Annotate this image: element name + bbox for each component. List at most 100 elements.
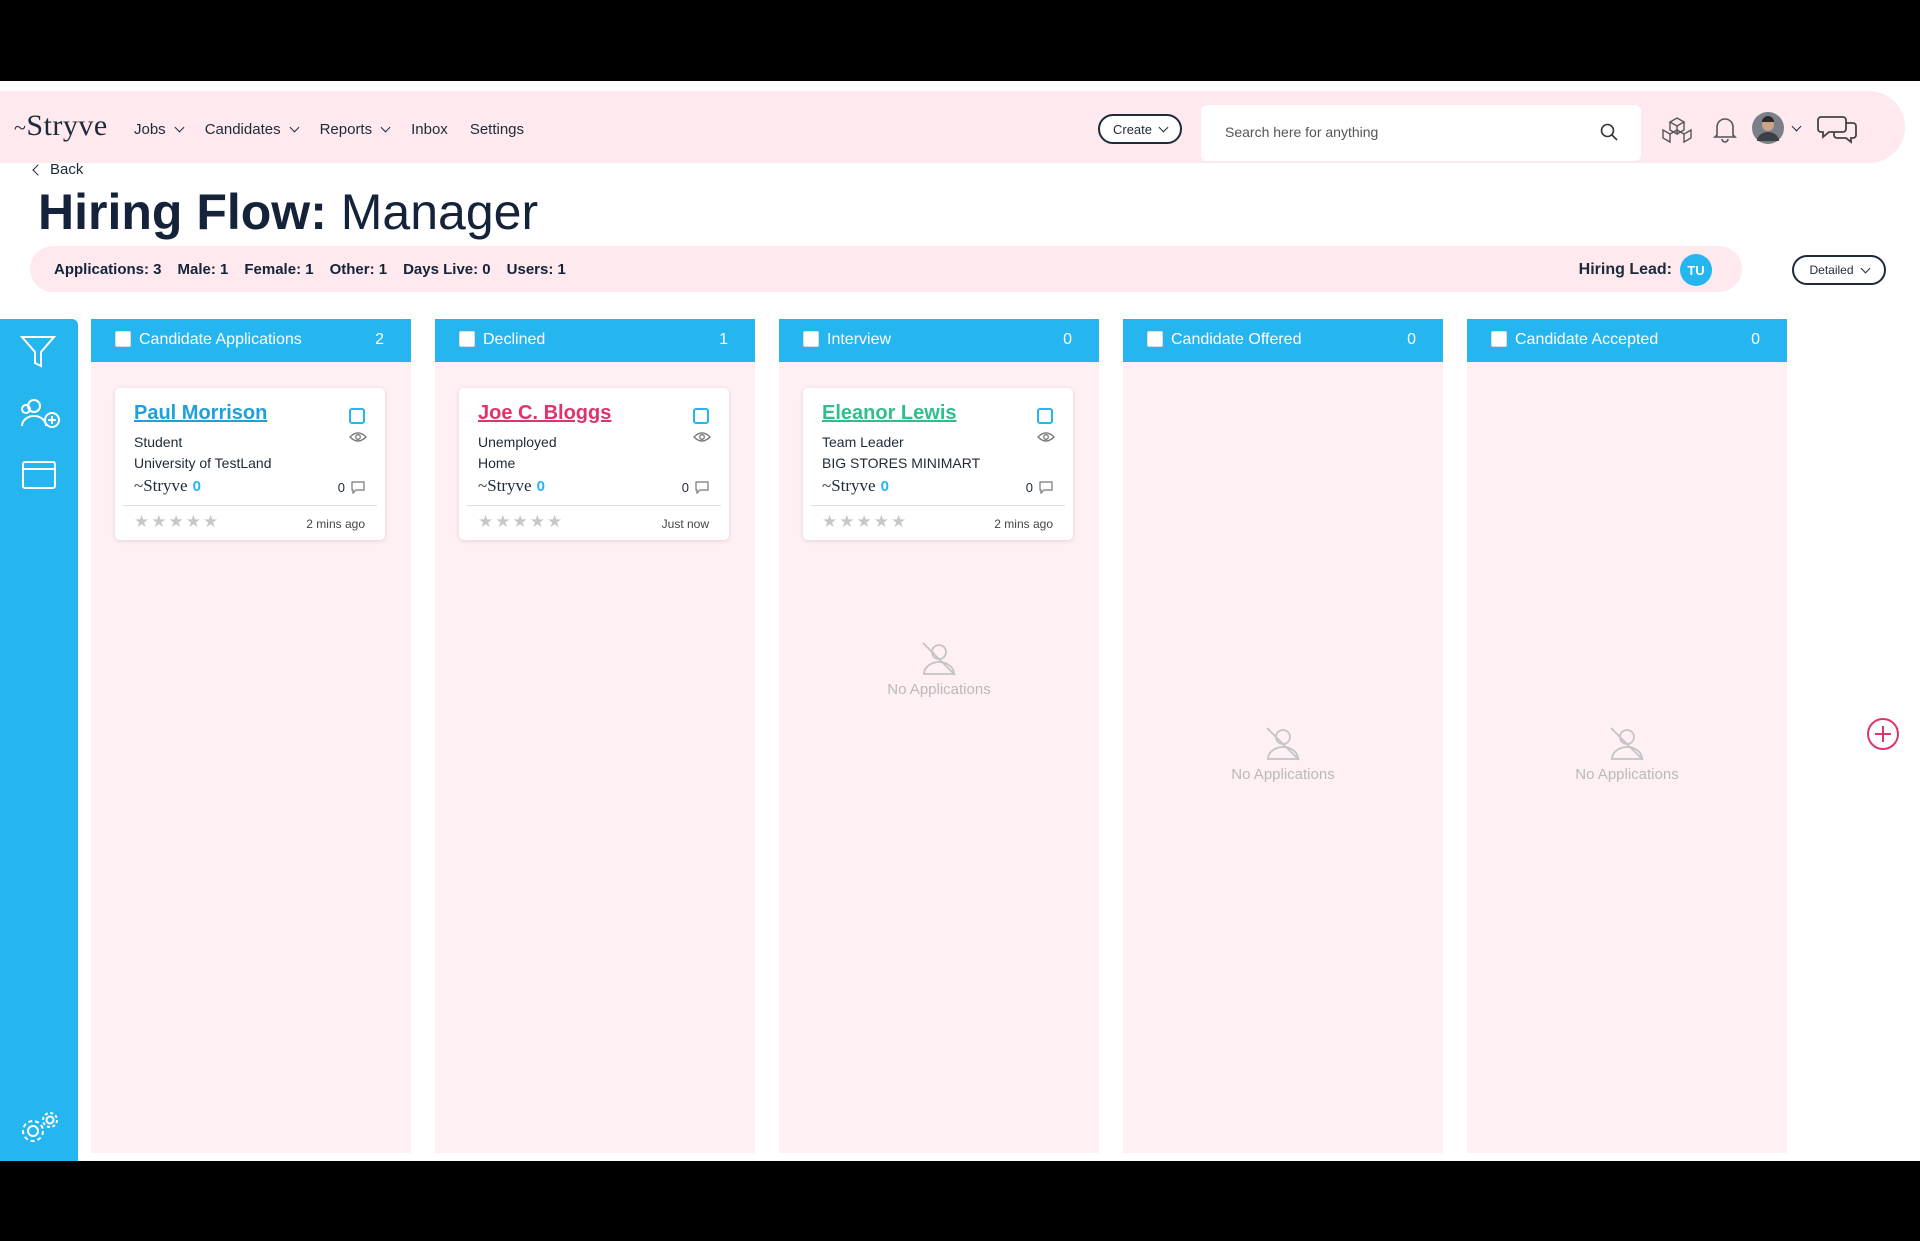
column-header: Candidate Accepted 0: [1467, 319, 1787, 362]
no-user-icon: [1610, 727, 1644, 761]
chevron-down-icon: [1791, 121, 1802, 131]
comment-icon: [1039, 481, 1053, 494]
eye-icon[interactable]: [349, 431, 367, 443]
empty-state: No Applications: [1467, 726, 1787, 783]
candidate-card[interactable]: Paul Morrison Student University of Test…: [115, 388, 385, 540]
comment-count[interactable]: 0: [338, 480, 365, 495]
card-timestamp: Just now: [661, 517, 709, 531]
card-divider: [467, 505, 721, 506]
search-box: [1201, 105, 1641, 161]
column-select-checkbox[interactable]: [803, 331, 819, 347]
back-link[interactable]: Back: [32, 161, 83, 178]
star-rating[interactable]: ★★★★★: [822, 512, 908, 532]
chevron-down-icon: [174, 122, 185, 133]
candidate-organisation: BIG STORES MINIMART: [822, 455, 981, 471]
comment-count[interactable]: 0: [682, 480, 709, 495]
column-header: Declined 1: [435, 319, 755, 362]
eye-icon[interactable]: [1037, 431, 1055, 443]
card-select-checkbox[interactable]: [349, 408, 365, 424]
comment-count[interactable]: 0: [1026, 480, 1053, 495]
eye-icon[interactable]: [693, 431, 711, 443]
column-header: Interview 0: [779, 319, 1099, 362]
column-title: Candidate Offered: [1171, 331, 1302, 348]
column-select-checkbox[interactable]: [1491, 331, 1507, 347]
card-select-checkbox[interactable]: [1037, 408, 1053, 424]
search-input[interactable]: [1223, 123, 1587, 141]
column-count: 0: [1063, 331, 1072, 348]
column-count: 0: [1407, 331, 1416, 348]
chevron-down-icon: [380, 122, 391, 133]
page-title: Hiring Flow: Manager: [38, 184, 539, 240]
card-timestamp: 2 mins ago: [994, 517, 1053, 531]
star-rating[interactable]: ★★★★★: [134, 512, 220, 532]
candidate-name-link[interactable]: Paul Morrison: [134, 402, 267, 425]
column-count: 0: [1751, 331, 1760, 348]
card-divider: [811, 505, 1065, 506]
stat-applications: Applications: 3: [54, 261, 162, 278]
apps-cube-icon[interactable]: [1660, 115, 1694, 145]
column-title: Interview: [827, 331, 892, 348]
left-sidebar: [0, 319, 78, 1161]
nav-inbox[interactable]: Inbox: [411, 121, 448, 138]
stat-users: Users: 1: [506, 261, 566, 278]
window-icon[interactable]: [21, 459, 57, 491]
no-user-icon: [1266, 727, 1300, 761]
nav-settings[interactable]: Settings: [470, 121, 524, 138]
nav-menu: Jobs Candidates Reports Inbox Settings: [134, 121, 524, 138]
column-select-checkbox[interactable]: [459, 331, 475, 347]
candidate-name-link[interactable]: Joe C. Bloggs: [478, 402, 611, 425]
settings-gears-icon[interactable]: [18, 1109, 62, 1147]
bell-icon[interactable]: [1713, 114, 1737, 144]
chat-icon[interactable]: [1817, 113, 1857, 145]
nav-jobs[interactable]: Jobs: [134, 121, 185, 138]
candidate-title: Team Leader: [822, 434, 904, 450]
stryve-logo[interactable]: ~Stryve: [14, 109, 108, 143]
card-select-checkbox[interactable]: [693, 408, 709, 424]
create-button[interactable]: Create: [1098, 114, 1182, 144]
column-candidate-accepted: Candidate Accepted 0 No Applications: [1467, 319, 1787, 1153]
no-user-icon: [922, 642, 956, 676]
candidate-title: Unemployed: [478, 434, 557, 450]
hiring-lead-avatar[interactable]: TU: [1680, 254, 1712, 286]
candidate-name-link[interactable]: Eleanor Lewis: [822, 402, 957, 425]
add-users-icon[interactable]: [18, 395, 62, 431]
empty-state-text: No Applications: [887, 681, 991, 698]
column-header: Candidate Offered 0: [1123, 319, 1443, 362]
stryve-score: ~Stryve 0: [822, 476, 889, 495]
stat-days-live: Days Live: 0: [403, 261, 491, 278]
hiring-lead-label: Hiring Lead:: [1578, 261, 1672, 278]
column-candidate-offered: Candidate Offered 0 No Applications: [1123, 319, 1443, 1153]
hiring-lead: Hiring Lead: TU: [1579, 254, 1712, 286]
candidate-card[interactable]: Joe C. Bloggs Unemployed Home ~Stryve 0 0…: [459, 388, 729, 540]
column-header: Candidate Applications 2: [91, 319, 411, 362]
add-column-icon[interactable]: [1866, 717, 1900, 751]
column-count: 2: [375, 331, 384, 348]
stryve-score: ~Stryve 0: [134, 476, 201, 495]
column-select-checkbox[interactable]: [115, 331, 131, 347]
star-rating[interactable]: ★★★★★: [478, 512, 564, 532]
user-avatar: [1752, 112, 1784, 144]
search-icon[interactable]: [1599, 122, 1619, 142]
user-menu[interactable]: [1752, 112, 1802, 144]
nav-candidates[interactable]: Candidates: [205, 121, 300, 138]
filter-icon[interactable]: [18, 333, 58, 371]
chevron-down-icon: [289, 122, 300, 133]
candidate-organisation: Home: [478, 455, 516, 471]
chevron-down-icon: [1860, 263, 1870, 273]
candidate-card[interactable]: Eleanor Lewis Team Leader BIG STORES MIN…: [803, 388, 1073, 540]
comment-icon: [351, 481, 365, 494]
stat-male: Male: 1: [177, 261, 229, 278]
column-title: Declined: [483, 331, 546, 348]
comment-icon: [695, 481, 709, 494]
empty-state-text: No Applications: [1575, 766, 1679, 783]
top-nav: ~Stryve Jobs Candidates Reports Inbox Se…: [0, 91, 1905, 163]
view-mode-dropdown[interactable]: Detailed: [1792, 255, 1886, 285]
column-interview: Interview 0 Eleanor Lewis Team Leader BI…: [779, 319, 1099, 1153]
card-divider: [123, 505, 377, 506]
nav-reports[interactable]: Reports: [320, 121, 391, 138]
stats-bar: Applications: 3 Male: 1 Female: 1 Other:…: [30, 246, 1742, 292]
empty-state: No Applications: [1123, 726, 1443, 783]
stat-other: Other: 1: [329, 261, 388, 278]
column-select-checkbox[interactable]: [1147, 331, 1163, 347]
candidate-title: Student: [134, 434, 183, 450]
